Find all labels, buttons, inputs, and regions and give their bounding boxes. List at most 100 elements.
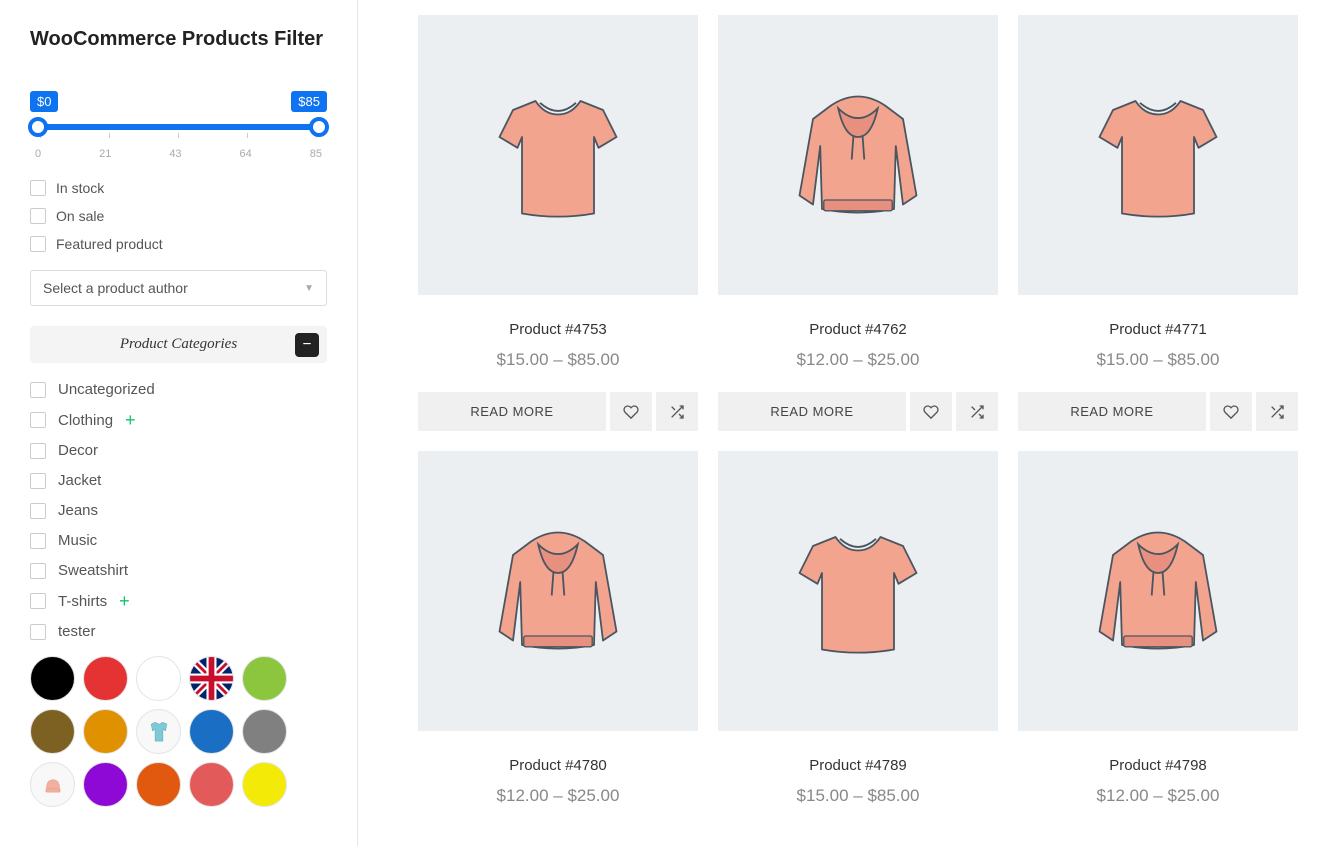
read-more-button[interactable]: READ MORE bbox=[418, 392, 606, 431]
featured-checkbox[interactable] bbox=[30, 236, 46, 252]
category-row: tester bbox=[30, 623, 327, 640]
read-more-button[interactable]: READ MORE bbox=[718, 392, 906, 431]
featured-label: Featured product bbox=[56, 236, 163, 252]
wishlist-heart-icon[interactable] bbox=[910, 392, 952, 431]
product-card: Product #4762 $12.00 – $25.00 READ MORE bbox=[718, 15, 998, 431]
category-label: Sweatshirt bbox=[58, 562, 128, 579]
slider-handle-min[interactable] bbox=[28, 117, 48, 137]
product-image[interactable] bbox=[1018, 15, 1298, 295]
product-price: $15.00 – $85.00 bbox=[1018, 350, 1298, 370]
category-checkbox[interactable] bbox=[30, 443, 46, 459]
product-price: $15.00 – $85.00 bbox=[418, 350, 698, 370]
color-swatch-beanie-icon[interactable] bbox=[30, 762, 75, 807]
category-checkbox[interactable] bbox=[30, 533, 46, 549]
product-name[interactable]: Product #4789 bbox=[718, 757, 998, 774]
color-swatch-salmon[interactable] bbox=[189, 762, 234, 807]
product-image[interactable] bbox=[718, 15, 998, 295]
slider-tick-marks bbox=[40, 133, 317, 138]
product-actions: READ MORE bbox=[718, 392, 998, 431]
expand-icon[interactable]: + bbox=[125, 411, 136, 429]
color-swatch-uk-flag[interactable] bbox=[189, 656, 234, 701]
color-swatch-red[interactable] bbox=[83, 656, 128, 701]
categories-header: Product Categories − bbox=[30, 326, 327, 363]
product-price: $15.00 – $85.00 bbox=[718, 786, 998, 806]
featured-row: Featured product bbox=[30, 236, 327, 252]
category-row: Uncategorized bbox=[30, 381, 327, 398]
color-swatch-olive[interactable] bbox=[30, 709, 75, 754]
category-checkbox[interactable] bbox=[30, 563, 46, 579]
color-swatch-lime[interactable] bbox=[242, 656, 287, 701]
color-swatch-tshirt-icon[interactable] bbox=[136, 709, 181, 754]
caret-down-icon: ▼ bbox=[304, 283, 314, 294]
product-card: Product #4798 $12.00 – $25.00 bbox=[1018, 451, 1298, 806]
color-swatches bbox=[30, 656, 327, 807]
color-swatch-black[interactable] bbox=[30, 656, 75, 701]
wishlist-heart-icon[interactable] bbox=[1210, 392, 1252, 431]
tick-4: 85 bbox=[310, 148, 322, 160]
category-label: Jeans bbox=[58, 502, 98, 519]
tick-3: 64 bbox=[240, 148, 252, 160]
product-price: $12.00 – $25.00 bbox=[718, 350, 998, 370]
category-label: T-shirts bbox=[58, 593, 107, 610]
product-actions: READ MORE bbox=[418, 392, 698, 431]
on-sale-checkbox[interactable] bbox=[30, 208, 46, 224]
category-row: Clothing + bbox=[30, 411, 327, 429]
categories-list: UncategorizedClothing+DecorJacketJeansMu… bbox=[30, 381, 327, 640]
in-stock-checkbox[interactable] bbox=[30, 180, 46, 196]
product-price: $12.00 – $25.00 bbox=[1018, 786, 1298, 806]
category-row: Sweatshirt bbox=[30, 562, 327, 579]
product-name[interactable]: Product #4753 bbox=[418, 321, 698, 338]
category-checkbox[interactable] bbox=[30, 382, 46, 398]
product-grid: Product #4753$15.00 – $85.00READ MOREPro… bbox=[418, 15, 1317, 806]
product-card: Product #4771 $15.00 – $85.00 READ MORE bbox=[1018, 15, 1298, 431]
category-checkbox[interactable] bbox=[30, 593, 46, 609]
compare-shuffle-icon[interactable] bbox=[656, 392, 698, 431]
wishlist-heart-icon[interactable] bbox=[610, 392, 652, 431]
collapse-icon[interactable]: − bbox=[295, 333, 319, 357]
product-image[interactable] bbox=[718, 451, 998, 731]
color-swatch-gray[interactable] bbox=[242, 709, 287, 754]
tick-0: 0 bbox=[35, 148, 41, 160]
main-content: Product #4753$15.00 – $85.00READ MOREPro… bbox=[358, 0, 1317, 846]
compare-shuffle-icon[interactable] bbox=[956, 392, 998, 431]
tick-2: 43 bbox=[169, 148, 181, 160]
compare-shuffle-icon[interactable] bbox=[1256, 392, 1298, 431]
product-card: Product #4789 $15.00 – $85.00 bbox=[718, 451, 998, 806]
product-image[interactable] bbox=[418, 451, 698, 731]
color-swatch-yellow[interactable] bbox=[242, 762, 287, 807]
product-image[interactable] bbox=[1018, 451, 1298, 731]
price-tags: $0 $85 bbox=[30, 91, 327, 112]
product-price: $12.00 – $25.00 bbox=[418, 786, 698, 806]
product-name[interactable]: Product #4762 bbox=[718, 321, 998, 338]
expand-icon[interactable]: + bbox=[119, 592, 130, 610]
category-label: tester bbox=[58, 623, 96, 640]
product-name[interactable]: Product #4780 bbox=[418, 757, 698, 774]
color-swatch-orange[interactable] bbox=[136, 762, 181, 807]
slider-handle-max[interactable] bbox=[309, 117, 329, 137]
slider-ticks: 0 21 43 64 85 bbox=[35, 148, 322, 160]
color-swatch-purple[interactable] bbox=[83, 762, 128, 807]
read-more-button[interactable]: READ MORE bbox=[1018, 392, 1206, 431]
slider-track[interactable] bbox=[38, 124, 319, 130]
category-checkbox[interactable] bbox=[30, 624, 46, 640]
category-label: Clothing bbox=[58, 412, 113, 429]
color-swatch-amber[interactable] bbox=[83, 709, 128, 754]
product-name[interactable]: Product #4771 bbox=[1018, 321, 1298, 338]
product-image[interactable] bbox=[418, 15, 698, 295]
category-row: Decor bbox=[30, 442, 327, 459]
product-card: Product #4753 $15.00 – $85.00 READ MORE bbox=[418, 15, 698, 431]
category-checkbox[interactable] bbox=[30, 412, 46, 428]
author-select-label: Select a product author bbox=[43, 280, 188, 296]
sidebar: WooCommerce Products Filter $0 $85 0 21 … bbox=[0, 0, 358, 846]
sidebar-title: WooCommerce Products Filter bbox=[30, 28, 327, 51]
category-checkbox[interactable] bbox=[30, 503, 46, 519]
category-label: Uncategorized bbox=[58, 381, 155, 398]
category-label: Decor bbox=[58, 442, 98, 459]
color-swatch-blue[interactable] bbox=[189, 709, 234, 754]
category-row: Jacket bbox=[30, 472, 327, 489]
category-checkbox[interactable] bbox=[30, 473, 46, 489]
on-sale-row: On sale bbox=[30, 208, 327, 224]
author-select[interactable]: Select a product author ▼ bbox=[30, 270, 327, 306]
color-swatch-white[interactable] bbox=[136, 656, 181, 701]
product-name[interactable]: Product #4798 bbox=[1018, 757, 1298, 774]
